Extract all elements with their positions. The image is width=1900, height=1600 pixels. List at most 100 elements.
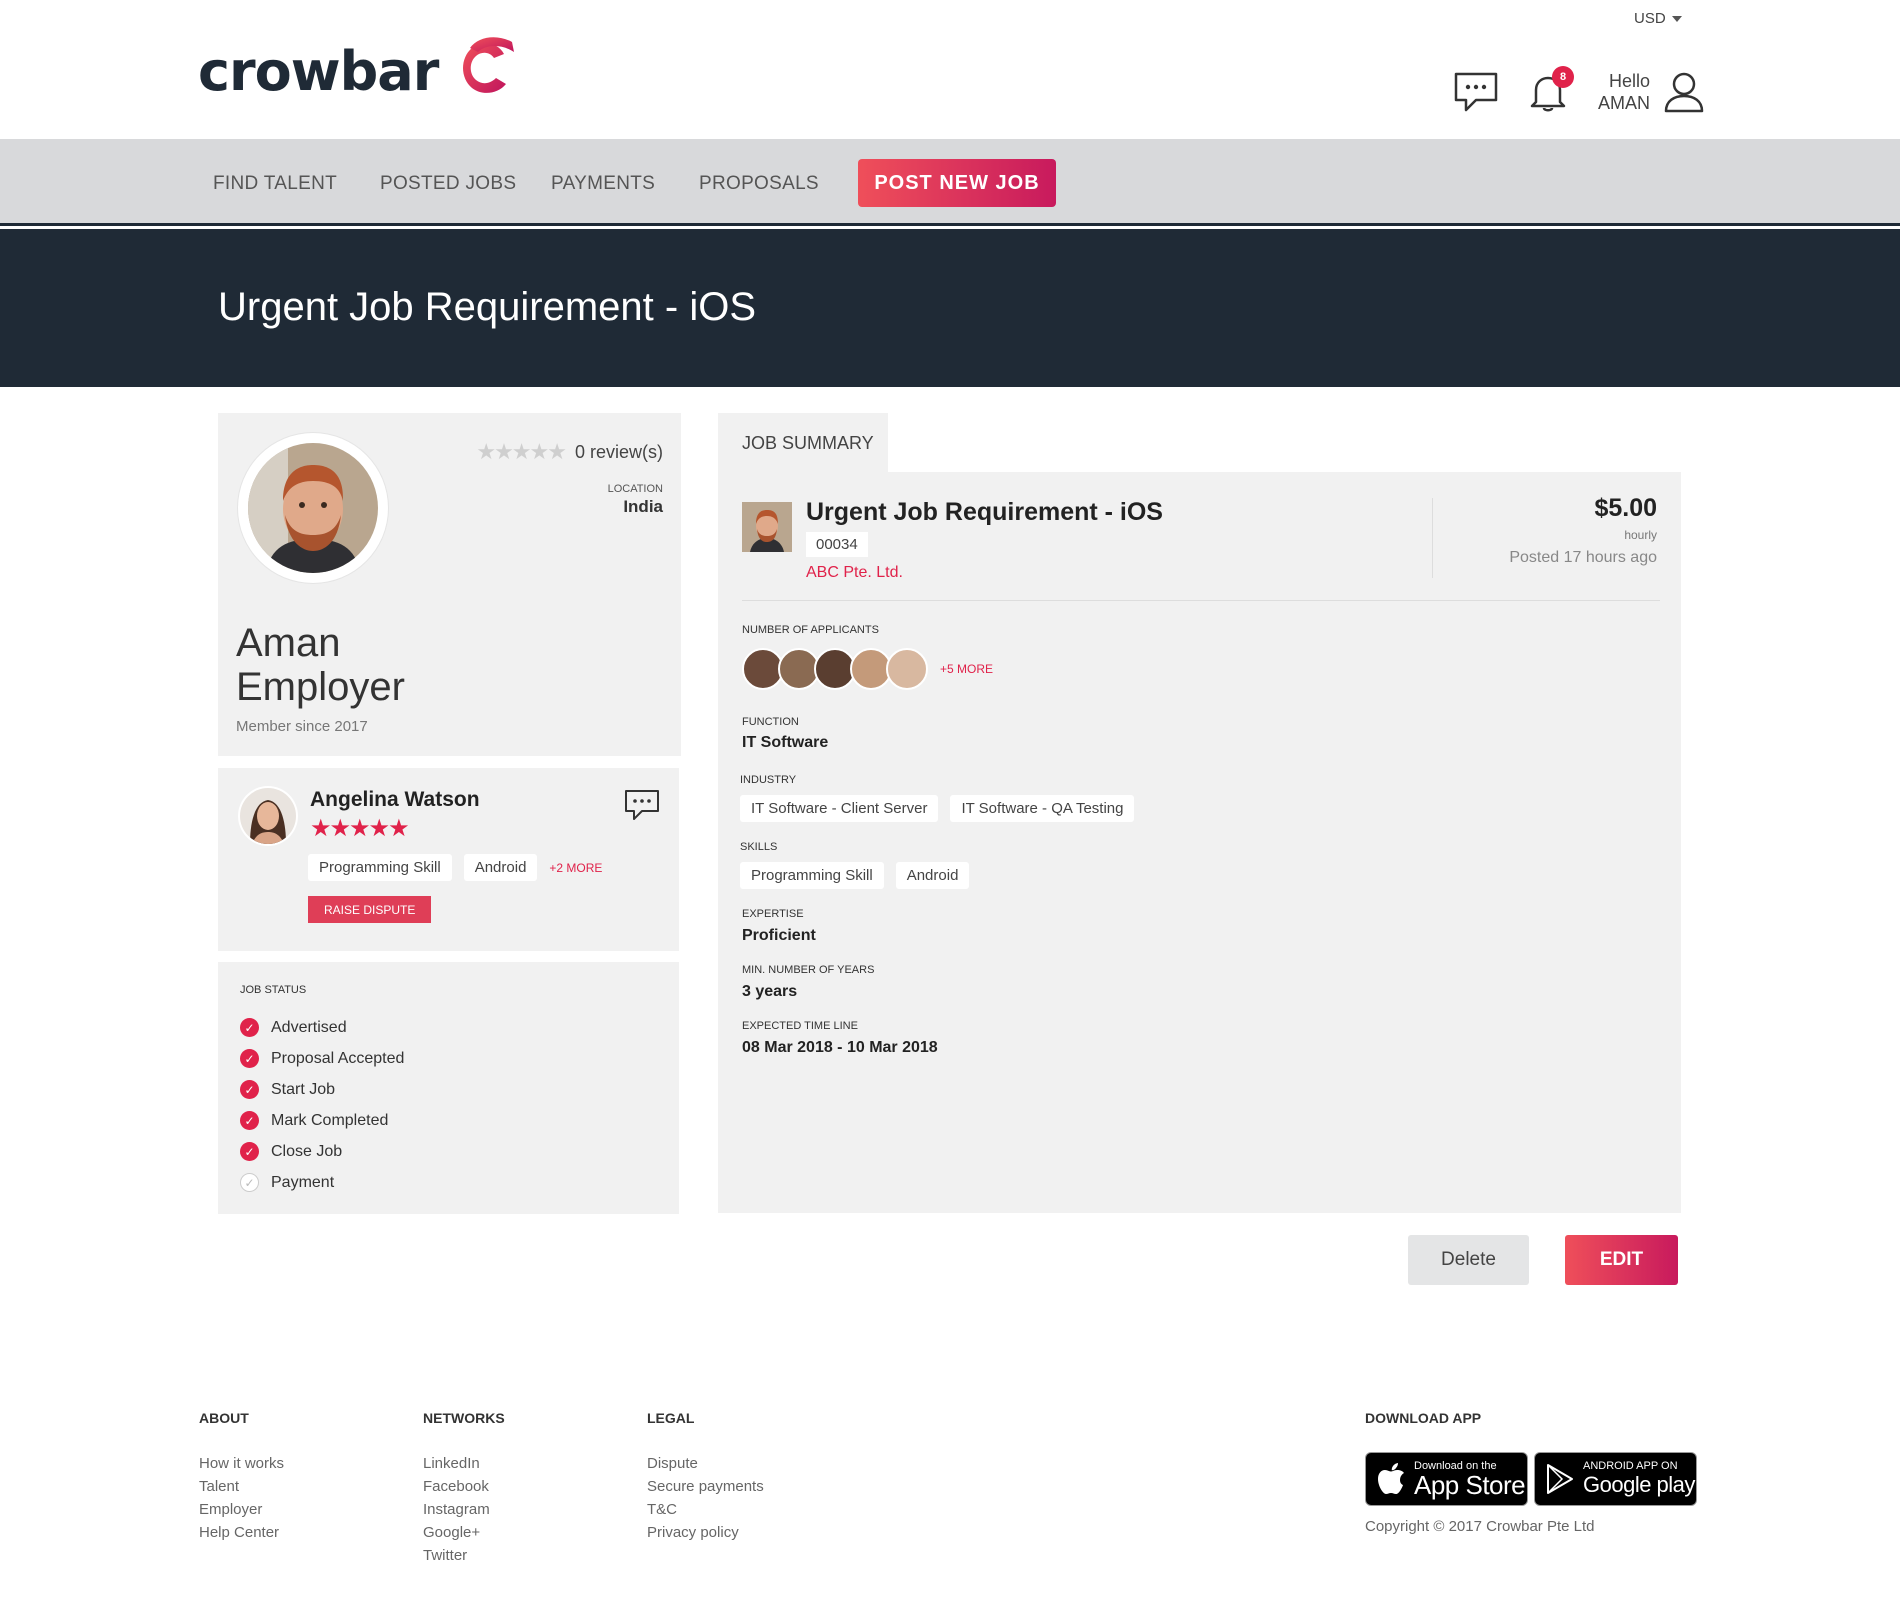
message-talent-icon[interactable] xyxy=(623,788,661,822)
job-status-card: JOB STATUS ✓ Advertised ✓ Proposal Accepte… xyxy=(218,962,679,1214)
function-value: IT Software xyxy=(742,734,829,751)
job-summary-panel: Urgent Job Requirement - iOS 00034 ABC P… xyxy=(718,472,1681,1213)
more-skills-link[interactable]: +2 MORE xyxy=(549,861,602,875)
chat-icon[interactable] xyxy=(1452,70,1500,114)
employer-name-line1: Aman xyxy=(236,621,341,665)
user-greeting[interactable]: Hello AMAN xyxy=(1598,70,1650,114)
footer-link[interactable]: LinkedIn xyxy=(423,1452,505,1475)
function-label: FUNCTION xyxy=(742,716,799,728)
skill-tag: Android xyxy=(895,862,970,889)
employer-avatar xyxy=(238,433,388,583)
logo-text: crowbar xyxy=(198,40,439,103)
footer-link[interactable]: Talent xyxy=(199,1475,284,1498)
empty-stars-icon: ★★★★★ xyxy=(476,439,567,464)
more-applicants-link[interactable]: +5 MORE xyxy=(940,662,993,676)
footer-link[interactable]: How it works xyxy=(199,1452,284,1475)
status-step: ✓ Mark Completed xyxy=(240,1105,404,1136)
job-thumbnail xyxy=(742,502,792,552)
job-status-label: JOB STATUS xyxy=(240,984,307,996)
expertise-value: Proficient xyxy=(742,927,816,944)
footer-link[interactable]: Facebook xyxy=(423,1475,505,1498)
app-store-button[interactable]: Download on the App Store xyxy=(1365,1452,1528,1506)
delete-button[interactable]: Delete xyxy=(1408,1235,1529,1285)
footer-link[interactable]: Google+ xyxy=(423,1521,505,1544)
currency-selector[interactable]: USD xyxy=(1634,10,1682,27)
skills-label: SKILLS xyxy=(740,841,778,853)
footer-link[interactable]: Dispute xyxy=(647,1452,764,1475)
applicant-avatar[interactable] xyxy=(886,648,928,690)
nav-payments[interactable]: PAYMENTS xyxy=(551,173,655,195)
footer-link[interactable]: T&C xyxy=(647,1498,764,1521)
play-icon xyxy=(1547,1464,1573,1494)
check-icon: ✓ xyxy=(240,1142,259,1161)
skills-tags: Programming Skill Android xyxy=(740,862,970,889)
google-play-button[interactable]: ANDROID APP ON Google play xyxy=(1534,1452,1697,1506)
divider xyxy=(742,600,1660,601)
reviews-count: 0 review(s) xyxy=(574,441,663,462)
copyright-text: Copyright © 2017 Crowbar Pte Ltd xyxy=(1365,1518,1595,1535)
user-icon[interactable] xyxy=(1664,71,1704,113)
footer-download: DOWNLOAD APP Download on the App Store A… xyxy=(1365,1410,1697,1535)
footer-link[interactable]: Twitter xyxy=(423,1544,505,1567)
post-new-job-button[interactable]: POST NEW JOB xyxy=(858,159,1056,207)
footer-link[interactable]: Help Center xyxy=(199,1521,284,1544)
main-nav: FIND TALENT POSTED JOBS PAYMENTS PROPOSA… xyxy=(0,139,1900,226)
googleplay-big-text: Google play xyxy=(1583,1472,1695,1497)
applicants-label: NUMBER OF APPLICANTS xyxy=(742,624,879,636)
username-text: AMAN xyxy=(1598,93,1651,113)
employer-reviews[interactable]: ★★★★★ 0 review(s) xyxy=(476,439,663,465)
job-status-list: ✓ Advertised ✓ Proposal Accepted ✓ Start Jo… xyxy=(240,1012,404,1198)
footer-about: ABOUT How it works Talent Employer Help … xyxy=(199,1410,284,1544)
industry-label: INDUSTRY xyxy=(740,774,797,786)
years-label: MIN. NUMBER OF YEARS xyxy=(742,964,875,976)
rate-unit: hourly xyxy=(1624,528,1657,542)
logo[interactable]: crowbar xyxy=(198,36,522,103)
location-label: LOCATION xyxy=(607,483,663,495)
nav-find-talent[interactable]: FIND TALENT xyxy=(213,173,337,195)
footer-link[interactable]: Privacy policy xyxy=(647,1521,764,1544)
timeline-value: 08 Mar 2018 - 10 Mar 2018 xyxy=(742,1039,938,1056)
location-value: India xyxy=(623,497,663,516)
member-since: Member since 2017 xyxy=(236,718,368,735)
status-step: ✓ Payment xyxy=(240,1167,404,1198)
footer-legal: LEGAL Dispute Secure payments T&C Privac… xyxy=(647,1410,764,1544)
googleplay-small-text: ANDROID APP ON xyxy=(1583,1460,1678,1472)
footer-link[interactable]: Secure payments xyxy=(647,1475,764,1498)
talent-name[interactable]: Angelina Watson xyxy=(310,788,480,812)
notification-badge: 8 xyxy=(1552,66,1574,88)
talent-avatar[interactable] xyxy=(240,788,296,844)
divider xyxy=(1432,498,1433,578)
industry-tag: IT Software - Client Server xyxy=(740,795,939,822)
posted-time: Posted 17 hours ago xyxy=(1509,549,1657,566)
status-step: ✓ Close Job xyxy=(240,1136,404,1167)
industry-tag: IT Software - QA Testing xyxy=(950,795,1135,822)
skill-tag: Programming Skill xyxy=(308,854,452,881)
hired-talent-card: Angelina Watson ★★★★★ Programming Skill … xyxy=(218,768,679,951)
footer-heading: NETWORKS xyxy=(423,1410,505,1426)
page-banner: Urgent Job Requirement - iOS xyxy=(0,229,1900,387)
expertise-label: EXPERTISE xyxy=(742,908,804,920)
footer-link[interactable]: Instagram xyxy=(423,1498,505,1521)
status-step-label: Proposal Accepted xyxy=(271,1049,405,1067)
status-step-label: Advertised xyxy=(271,1018,347,1036)
greeting-text: Hello xyxy=(1608,71,1651,91)
raise-dispute-button[interactable]: RAISE DISPUTE xyxy=(308,896,432,923)
company-link[interactable]: ABC Pte. Ltd. xyxy=(806,564,903,582)
edit-button[interactable]: EDIT xyxy=(1565,1235,1678,1285)
footer-heading: LEGAL xyxy=(647,1410,695,1426)
unchecked-icon: ✓ xyxy=(240,1173,259,1192)
apple-icon xyxy=(1378,1463,1404,1494)
footer-link[interactable]: Employer xyxy=(199,1498,284,1521)
nav-posted-jobs[interactable]: POSTED JOBS xyxy=(380,173,516,195)
applicants-avatars: +5 MORE xyxy=(742,648,993,690)
rating-stars-icon: ★★★★★ xyxy=(310,815,410,842)
currency-label: USD xyxy=(1634,10,1666,27)
logo-mark-icon xyxy=(463,36,515,93)
page-title: Urgent Job Requirement - iOS xyxy=(218,285,757,329)
nav-proposals[interactable]: PROPOSALS xyxy=(699,173,819,195)
notifications-button[interactable]: 8 xyxy=(1526,66,1574,114)
caret-down-icon xyxy=(1671,15,1682,22)
status-step: ✓ Proposal Accepted xyxy=(240,1043,404,1074)
tab-job-summary[interactable]: JOB SUMMARY xyxy=(718,413,888,473)
status-step: ✓ Start Job xyxy=(240,1074,404,1105)
